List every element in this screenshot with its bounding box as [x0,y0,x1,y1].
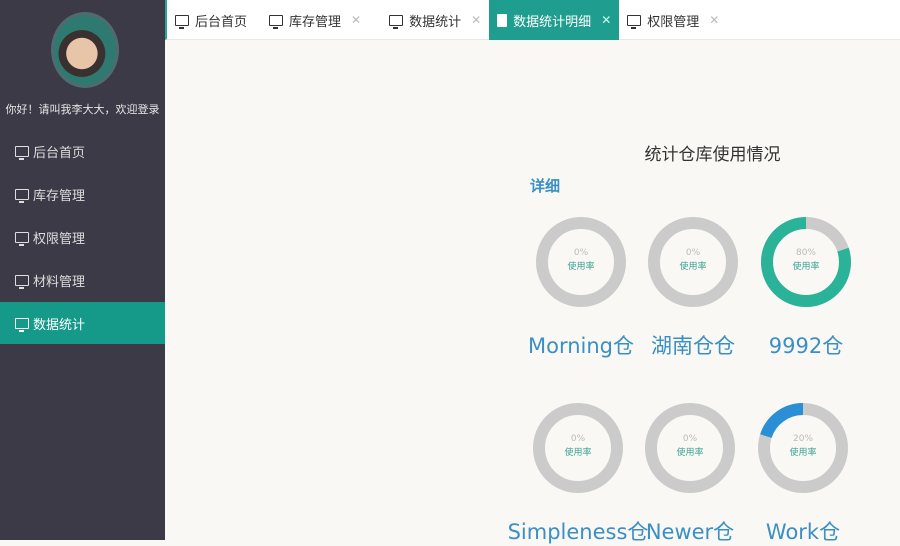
usage-percent: 0% [573,248,589,258]
warehouse-name: 9992仓 [768,334,844,358]
usage-label: 使用率 [679,262,707,272]
usage-percent: 80% [795,248,816,258]
usage-label: 使用率 [567,262,595,272]
usage-percent: 20% [792,434,813,444]
usage-percent: 0% [685,248,701,258]
usage-label: 使用率 [564,448,592,458]
usage-donuts [533,217,851,493]
usage-label: 使用率 [789,448,817,458]
usage-label: 使用率 [676,448,704,458]
usage-label: 使用率 [792,262,820,272]
usage-percent: 0% [570,434,586,444]
usage-percent: 0% [682,434,698,444]
warehouse-name: Work仓 [765,520,841,544]
